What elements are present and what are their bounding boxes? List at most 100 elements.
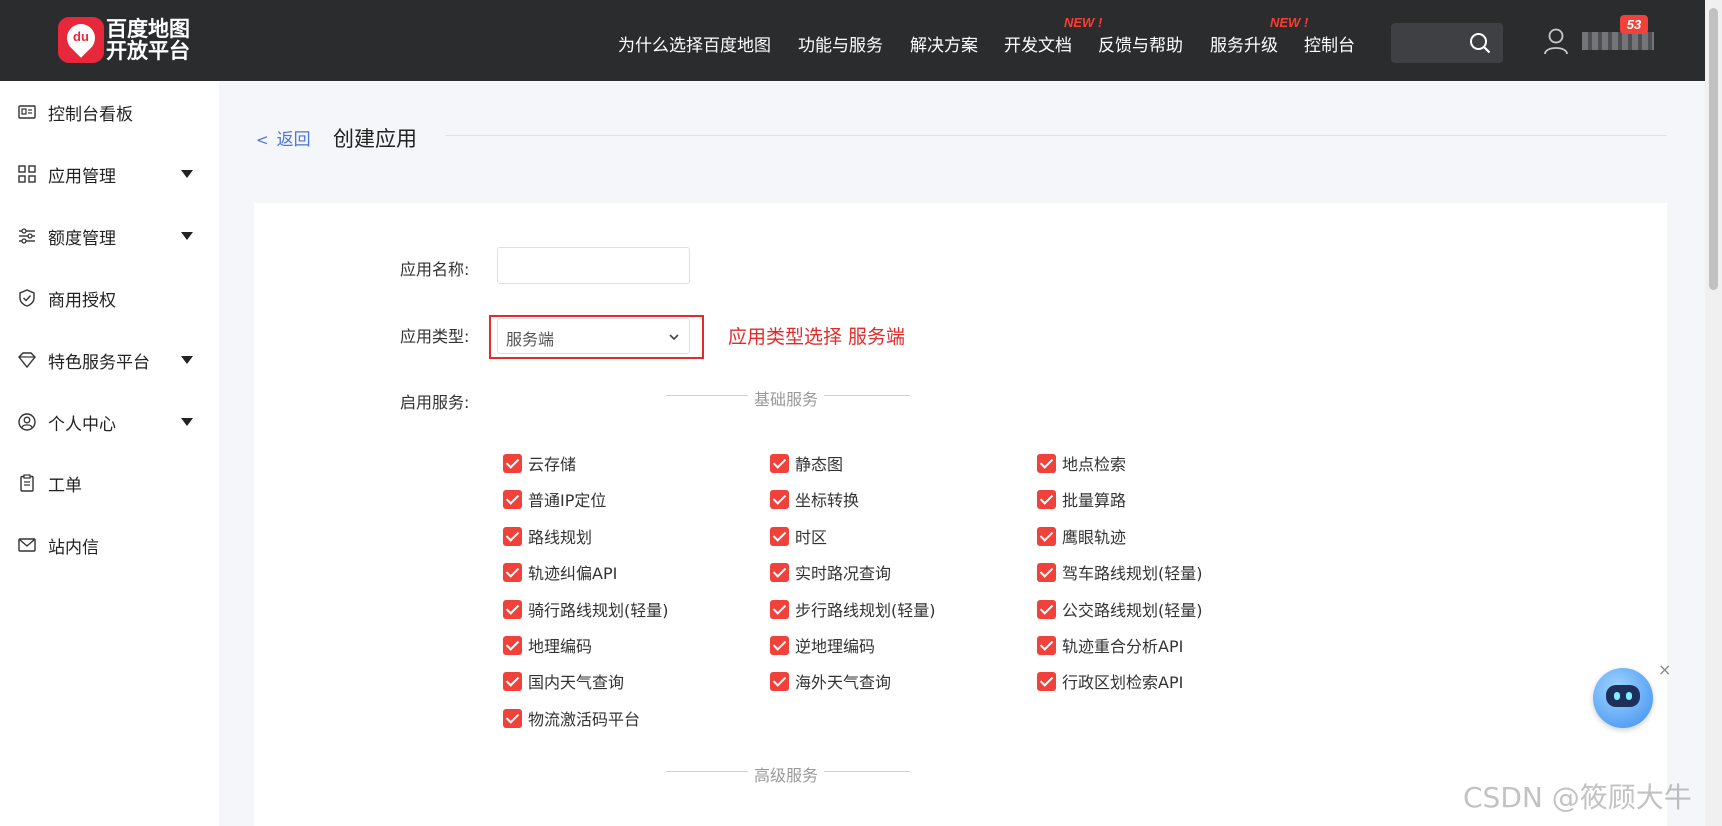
nav-feedback-help[interactable]: 反馈与帮助 [1098,31,1183,56]
logo-text: 百度地图 开放平台 [106,18,190,62]
search-input[interactable] [1391,23,1503,63]
checkbox-checked-icon[interactable] [1037,526,1056,546]
checkbox-checked-icon[interactable] [770,526,789,546]
service-checkbox[interactable]: 骑行路线规划(轻量) [503,597,669,621]
assistant-close-icon[interactable]: × [1658,660,1671,679]
sidebar-item-label: 额度管理 [48,228,116,249]
service-checkbox[interactable]: 公交路线规划(轻量) [1037,597,1203,621]
service-checkbox[interactable]: 坐标转换 [770,487,859,511]
advanced-services-title: 高级服务 [748,762,825,786]
checkbox-checked-icon[interactable] [1037,562,1056,582]
sidebar-item-label: 工单 [48,475,82,496]
nav-solutions[interactable]: 解决方案 [910,31,978,56]
user-name-redacted[interactable] [1582,32,1654,50]
chevron-left-icon: < [256,131,269,149]
checkbox-checked-icon[interactable] [770,453,789,473]
sidebar-item-commercial-license[interactable]: 商用授权 [0,278,219,318]
sidebar-item-app-management[interactable]: 应用管理 [0,154,219,194]
service-checkbox[interactable]: 国内天气查询 [503,669,624,693]
nav-why-baidu-map[interactable]: 为什么选择百度地图 [618,31,771,56]
create-app-form-card [254,203,1667,826]
scrollbar-thumb[interactable] [1709,8,1718,290]
app-name-input[interactable] [497,247,690,284]
mail-icon [18,538,36,552]
sidebar-item-label: 应用管理 [48,166,116,187]
checkbox-checked-icon[interactable] [503,489,522,509]
service-checkbox[interactable]: 批量算路 [1037,487,1126,511]
nav-console[interactable]: 控制台 [1304,31,1355,56]
service-label: 驾车路线规划(轻量) [1062,564,1203,583]
checkbox-checked-icon[interactable] [770,562,789,582]
page-scrollbar[interactable] [1705,0,1722,826]
sidebar-item-inbox[interactable]: 站内信 [0,525,219,565]
robot-icon[interactable] [1593,668,1653,728]
checkbox-checked-icon[interactable] [503,708,522,728]
checkbox-checked-icon[interactable] [770,635,789,655]
service-label: 轨迹重合分析API [1062,637,1184,656]
baidu-map-logo[interactable]: du 百度地图 开放平台 [58,17,190,63]
checkbox-checked-icon[interactable] [770,489,789,509]
sidebar-item-featured-platform[interactable]: 特色服务平台 [0,340,219,380]
chevron-down-icon [669,334,679,341]
caret-down-icon[interactable] [181,418,193,426]
user-icon[interactable] [1543,27,1569,55]
sidebar-item-work-order[interactable]: 工单 [0,463,219,503]
caret-down-icon[interactable] [181,356,193,364]
nav-service-upgrade[interactable]: 服务升级 [1210,31,1278,56]
nav-dev-docs[interactable]: 开发文档 [1004,31,1072,56]
caret-down-icon[interactable] [181,170,193,178]
service-checkbox[interactable]: 逆地理编码 [770,633,875,657]
service-checkbox[interactable]: 普通IP定位 [503,487,606,511]
sidebar-item-dashboard[interactable]: 控制台看板 [0,92,219,132]
sidebar-item-label: 站内信 [48,537,99,558]
checkbox-checked-icon[interactable] [503,671,522,691]
service-checkbox[interactable]: 实时路况查询 [770,560,891,584]
checkbox-checked-icon[interactable] [503,526,522,546]
service-checkbox[interactable]: 静态图 [770,451,843,475]
sidebar-item-personal-center[interactable]: 个人中心 [0,402,219,442]
app-type-select[interactable]: 服务端 [497,318,690,354]
back-link[interactable]: < 返回 [256,125,311,150]
nav-service-upgrade-new-badge: NEW ! [1270,15,1309,30]
service-label: 鹰眼轨迹 [1062,528,1127,547]
top-header: du 百度地图 开放平台 为什么选择百度地图 功能与服务 解决方案 开发文档 N… [0,0,1705,81]
service-checkbox[interactable]: 云存储 [503,451,576,475]
message-count-badge[interactable]: 53 [1620,15,1648,34]
service-checkbox[interactable]: 地点检索 [1037,451,1126,475]
enabled-services-label: 启用服务: [400,393,470,412]
service-checkbox[interactable]: 驾车路线规划(轻量) [1037,560,1203,584]
checkbox-checked-icon[interactable] [503,599,522,619]
checkbox-checked-icon[interactable] [1037,489,1056,509]
checkbox-checked-icon[interactable] [1037,453,1056,473]
nav-features-services[interactable]: 功能与服务 [798,31,883,56]
service-checkbox[interactable]: 地理编码 [503,633,592,657]
service-label: 静态图 [795,455,844,474]
sidebar-item-quota-management[interactable]: 额度管理 [0,216,219,256]
checkbox-checked-icon[interactable] [770,671,789,691]
checkbox-checked-icon[interactable] [503,635,522,655]
service-label: 行政区划检索API [1062,673,1184,692]
caret-down-icon[interactable] [181,232,193,240]
checkbox-checked-icon[interactable] [503,562,522,582]
service-label: 公交路线规划(轻量) [1062,601,1203,620]
search-icon[interactable] [1469,32,1491,54]
service-checkbox[interactable]: 轨迹纠偏API [503,560,617,584]
logo-mark: du [73,29,89,44]
service-checkbox[interactable]: 行政区划检索API [1037,669,1183,693]
grid-icon [18,165,36,183]
checkbox-checked-icon[interactable] [770,599,789,619]
title-divider [445,135,1667,136]
checkbox-checked-icon[interactable] [1037,599,1056,619]
service-checkbox[interactable]: 时区 [770,524,827,548]
service-checkbox[interactable]: 海外天气查询 [770,669,891,693]
basic-services-title: 基础服务 [748,386,825,410]
service-checkbox[interactable]: 鹰眼轨迹 [1037,524,1126,548]
service-checkbox[interactable]: 路线规划 [503,524,592,548]
checkbox-checked-icon[interactable] [1037,671,1056,691]
service-label: 步行路线规划(轻量) [795,601,936,620]
checkbox-checked-icon[interactable] [1037,635,1056,655]
service-checkbox[interactable]: 步行路线规划(轻量) [770,597,936,621]
service-checkbox[interactable]: 轨迹重合分析API [1037,633,1183,657]
service-checkbox[interactable]: 物流激活码平台 [503,706,640,730]
checkbox-checked-icon[interactable] [503,453,522,473]
